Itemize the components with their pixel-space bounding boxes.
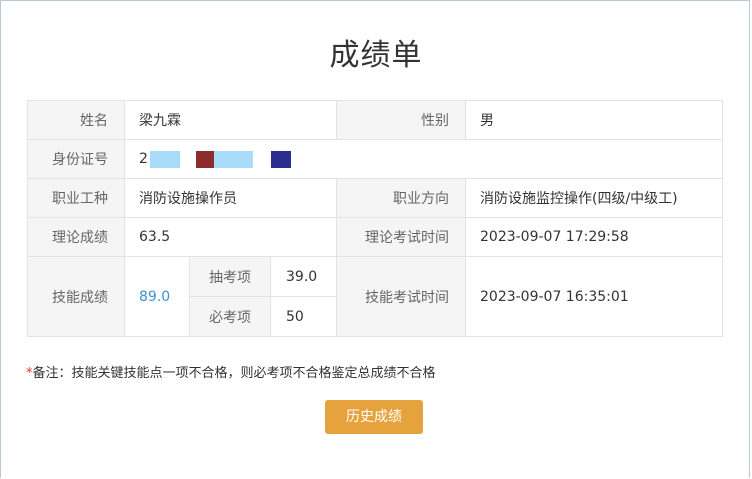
name-value: 梁九霖 [124,100,337,140]
theory-time-label: 理论考试时间 [336,217,466,257]
redaction-block [270,150,291,168]
remark-text: 备注：技能关键技能点一项不合格，则必考项不合格鉴定总成绩不合格 [32,366,436,381]
occupation-value: 消防设施操作员 [124,178,337,218]
theory-score-value: 63.5 [124,217,337,257]
random-item-label: 抽考项 [189,256,271,297]
id-number-prefix: 2 [139,151,148,167]
id-number-redacted: 2 [139,149,722,169]
skill-time-label: 技能考试时间 [336,256,466,337]
redaction-block [233,150,253,168]
grade-table: 姓名 梁九霖 性别 男 身份证号 2 职业工种 消防设施操作员 职业方向 消防设… [27,100,723,337]
redaction-block [195,150,214,168]
table-row: 技能成绩 89.0 抽考项 39.0 技能考试时间 2023-09-07 16:… [27,256,723,337]
random-item-value: 39.0 [270,256,337,297]
table-row: 身份证号 2 [27,139,723,179]
page-title: 成绩单 [329,38,423,73]
theory-time-value: 2023-09-07 17:29:58 [465,217,723,257]
remark-note: *备注：技能关键技能点一项不合格，则必考项不合格鉴定总成绩不合格 [26,362,436,381]
table-row: 理论成绩 63.5 理论考试时间 2023-09-07 17:29:58 [27,217,723,257]
required-item-value: 50 [270,296,337,337]
skill-score-value: 89.0 [124,256,190,337]
table-row: 职业工种 消防设施操作员 职业方向 消防设施监控操作(四级/中级工) [27,178,723,218]
name-label: 姓名 [27,100,125,140]
redaction-block [149,150,180,168]
direction-label: 职业方向 [336,178,466,218]
gender-label: 性别 [336,100,466,140]
skill-score-label: 技能成绩 [27,256,125,337]
direction-value: 消防设施监控操作(四级/中级工) [465,178,723,218]
skill-time-value: 2023-09-07 16:35:01 [465,256,723,337]
id-number-label: 身份证号 [27,139,125,179]
occupation-label: 职业工种 [27,178,125,218]
redaction-block [213,150,234,168]
id-number-value: 2 [124,139,723,179]
table-row: 姓名 梁九霖 性别 男 [27,100,723,140]
theory-score-label: 理论成绩 [27,217,125,257]
required-item-label: 必考项 [189,296,271,337]
history-scores-button[interactable]: 历史成绩 [325,400,423,434]
gender-value: 男 [465,100,723,140]
